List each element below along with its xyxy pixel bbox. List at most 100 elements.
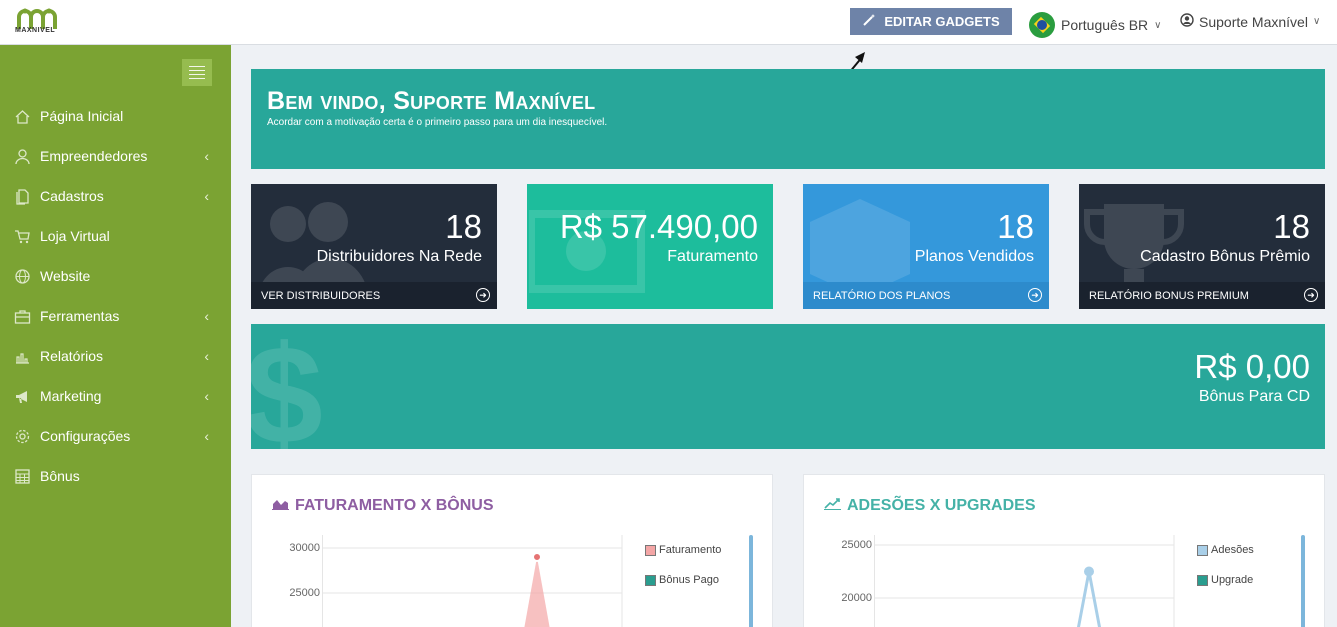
tile-label: Planos Vendidos bbox=[914, 248, 1034, 265]
area-chart-icon bbox=[272, 497, 289, 515]
chevron-down-icon: ∨ bbox=[1312, 16, 1321, 27]
data-point bbox=[532, 552, 542, 562]
files-icon bbox=[13, 187, 32, 206]
legend-label: Faturamento bbox=[659, 544, 722, 556]
legend-label: Upgrade bbox=[1211, 574, 1254, 586]
sidebar-menu: Página Inicial Empreendedores ‹ Cadastro… bbox=[0, 96, 231, 496]
adesoes-chart-area bbox=[874, 535, 1175, 627]
tile-bonus-premio[interactable]: 18 Cadastro Bônus Prêmio RELATÓRIO BONUS… bbox=[1079, 184, 1325, 309]
language-label: Português BR bbox=[1061, 17, 1149, 33]
series-line-adesoes bbox=[1076, 571, 1102, 627]
sidebar-item-relatorios[interactable]: Relatórios ‹ bbox=[0, 336, 231, 376]
bonus-cd-value: R$ 0,00 bbox=[1194, 348, 1310, 385]
y-tick-label: 25000 bbox=[289, 587, 320, 599]
chevron-left-icon: ‹ bbox=[204, 188, 209, 204]
dollar-icon: $ bbox=[251, 324, 323, 449]
panel-title-text: ADESÕES X UPGRADES bbox=[847, 497, 1036, 514]
tile-label: Distribuidores Na Rede bbox=[316, 248, 482, 265]
toolbox-icon bbox=[13, 307, 32, 326]
bonus-cd-label: Bônus Para CD bbox=[1198, 388, 1310, 405]
tile-value: 18 bbox=[997, 208, 1034, 245]
adesoes-upgrades-panel: ADESÕES X UPGRADES 25000 20000 Adesões U… bbox=[803, 474, 1325, 627]
megaphone-icon bbox=[13, 387, 32, 406]
welcome-subtitle: Acordar com a motivação certa é o primei… bbox=[267, 117, 608, 128]
panel-scrollbar[interactable] bbox=[749, 535, 753, 627]
edit-gadgets-label: EDITAR GADGETS bbox=[884, 14, 1000, 29]
tile-label: Faturamento bbox=[667, 248, 758, 265]
user-menu[interactable]: Suporte Maxnível ∨ bbox=[1180, 13, 1320, 30]
legend-item-bonus-pago[interactable]: Bônus Pago bbox=[645, 574, 719, 586]
panel-title-text: FATURAMENTO X BÔNUS bbox=[295, 497, 494, 514]
faturamento-chart-area bbox=[322, 535, 623, 627]
tile-label: Cadastro Bônus Prêmio bbox=[1140, 248, 1310, 265]
cart-icon bbox=[13, 227, 32, 246]
home-icon bbox=[13, 107, 32, 126]
sidebar-item-website[interactable]: Website bbox=[0, 256, 231, 296]
legend-item-upgrade[interactable]: Upgrade bbox=[1197, 574, 1253, 586]
chevron-left-icon: ‹ bbox=[204, 348, 209, 364]
sidebar: Página Inicial Empreendedores ‹ Cadastro… bbox=[0, 45, 231, 627]
legend-item-faturamento[interactable]: Faturamento bbox=[645, 544, 721, 556]
line-chart-icon bbox=[824, 497, 841, 515]
series-area-faturamento bbox=[524, 557, 550, 627]
sidebar-item-label: Ferramentas bbox=[40, 308, 120, 324]
panel-title: ADESÕES X UPGRADES bbox=[824, 497, 1035, 515]
sidebar-item-label: Relatórios bbox=[40, 348, 104, 364]
tile-footer-link[interactable]: VER DISTRIBUIDORES ➜ bbox=[251, 282, 497, 309]
sidebar-item-loja-virtual[interactable]: Loja Virtual bbox=[0, 216, 231, 256]
brazil-flag-icon bbox=[1029, 12, 1055, 38]
legend-label: Bônus Pago bbox=[659, 574, 719, 586]
tile-value: 18 bbox=[445, 208, 482, 245]
sidebar-item-pagina-inicial[interactable]: Página Inicial bbox=[0, 96, 231, 136]
chevron-left-icon: ‹ bbox=[204, 308, 209, 324]
arrow-right-circle-icon: ➜ bbox=[1028, 288, 1042, 302]
user-icon bbox=[13, 147, 32, 166]
legend-swatch bbox=[1197, 544, 1208, 556]
globe-icon bbox=[13, 267, 32, 286]
sidebar-item-label: Cadastros bbox=[40, 188, 104, 204]
top-bar: MAXNIVEL EDITAR GADGETS Português BR ∨ S… bbox=[0, 0, 1337, 97]
faturamento-bonus-panel: FATURAMENTO X BÔNUS 30000 25000 Faturame… bbox=[251, 474, 773, 627]
sidebar-item-configuracoes[interactable]: Configurações ‹ bbox=[0, 416, 231, 456]
sidebar-item-label: Página Inicial bbox=[40, 108, 124, 124]
tile-footer-label: RELATÓRIO DOS PLANOS bbox=[813, 289, 951, 302]
panel-title: FATURAMENTO X BÔNUS bbox=[272, 497, 494, 515]
legend-item-adesoes[interactable]: Adesões bbox=[1197, 544, 1254, 556]
welcome-banner: Bem vindo, Suporte Maxnível Acordar com … bbox=[251, 69, 1325, 169]
magic-wand-icon bbox=[862, 13, 876, 30]
y-tick-label: 20000 bbox=[841, 592, 872, 604]
sidebar-item-label: Bônus bbox=[40, 468, 80, 484]
tile-planos-vendidos[interactable]: 18 Planos Vendidos RELATÓRIO DOS PLANOS … bbox=[803, 184, 1049, 309]
sidebar-item-cadastros[interactable]: Cadastros ‹ bbox=[0, 176, 231, 216]
sidebar-item-label: Website bbox=[40, 268, 91, 284]
sidebar-item-label: Empreendedores bbox=[40, 148, 148, 164]
sidebar-item-label: Configurações bbox=[40, 428, 131, 444]
legend-swatch bbox=[1197, 574, 1208, 586]
tile-footer-link[interactable]: RELATÓRIO DOS PLANOS ➜ bbox=[803, 282, 1049, 309]
sidebar-item-ferramentas[interactable]: Ferramentas ‹ bbox=[0, 296, 231, 336]
tile-distribuidores[interactable]: 18 Distribuidores Na Rede VER DISTRIBUID… bbox=[251, 184, 497, 309]
edit-gadgets-button[interactable]: EDITAR GADGETS bbox=[850, 8, 1012, 35]
sidebar-item-label: Loja Virtual bbox=[40, 228, 110, 244]
menu-toggle-button[interactable] bbox=[182, 59, 212, 86]
tile-faturamento: R$ 57.490,00 Faturamento bbox=[527, 184, 773, 309]
sidebar-item-empreendedores[interactable]: Empreendedores ‹ bbox=[0, 136, 231, 176]
tile-footer-label: RELATÓRIO BONUS PREMIUM bbox=[1089, 289, 1249, 302]
calculator-icon bbox=[13, 467, 32, 486]
sidebar-item-label: Marketing bbox=[40, 388, 102, 404]
user-name: Suporte Maxnível bbox=[1199, 13, 1308, 30]
arrow-right-circle-icon: ➜ bbox=[476, 288, 490, 302]
panel-scrollbar[interactable] bbox=[1301, 535, 1305, 627]
gear-icon bbox=[13, 427, 32, 446]
legend-swatch bbox=[645, 544, 656, 556]
tile-value: R$ 57.490,00 bbox=[559, 208, 758, 245]
tile-footer-link[interactable]: RELATÓRIO BONUS PREMIUM ➜ bbox=[1079, 282, 1325, 309]
sidebar-item-marketing[interactable]: Marketing ‹ bbox=[0, 376, 231, 416]
language-selector[interactable]: Português BR ∨ bbox=[1029, 11, 1162, 39]
bar-chart-icon bbox=[13, 347, 32, 366]
y-tick-label: 30000 bbox=[289, 542, 320, 554]
sidebar-item-bonus[interactable]: Bônus bbox=[0, 456, 231, 496]
logo-text: MAXNIVEL bbox=[15, 27, 56, 34]
bonus-cd-panel: $ R$ 0,00 Bônus Para CD bbox=[251, 324, 1325, 449]
user-circle-icon bbox=[1180, 13, 1194, 30]
